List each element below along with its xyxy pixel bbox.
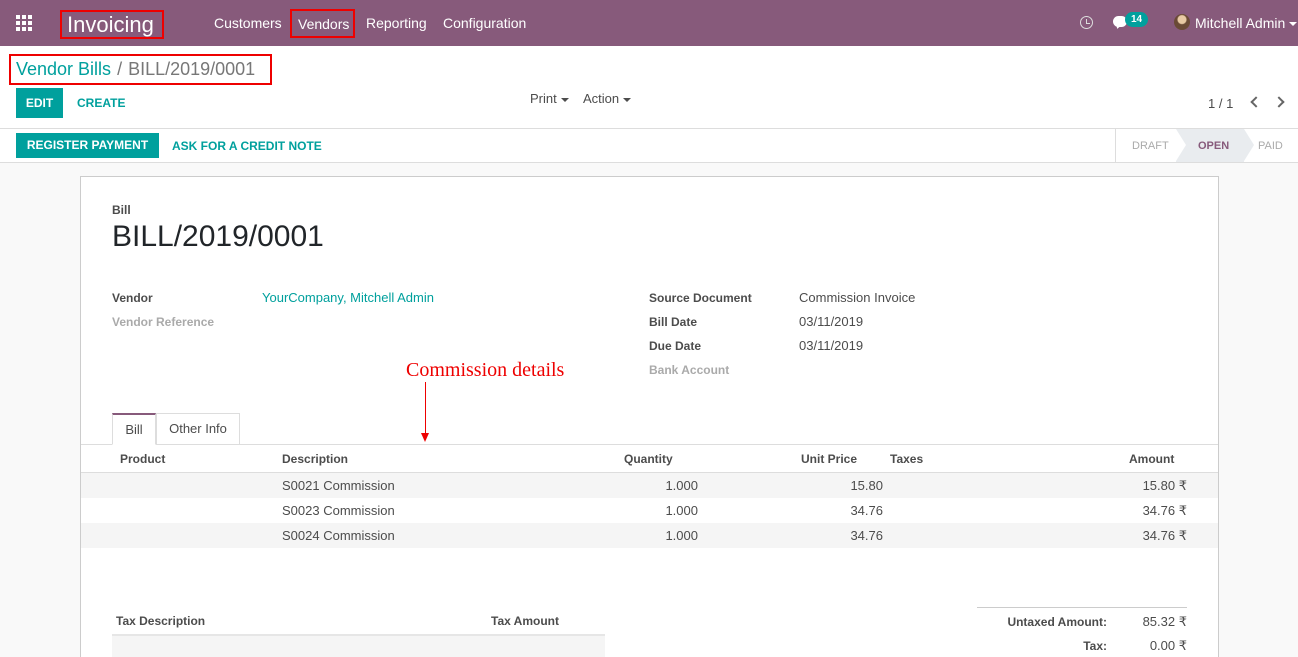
tax-label: Tax: — [1083, 639, 1107, 653]
state-open: OPEN — [1198, 140, 1230, 152]
cell-unit-price: 15.80 — [850, 478, 883, 493]
create-button[interactable]: CREATE — [77, 96, 125, 110]
bill-date-label: Bill Date — [649, 315, 698, 329]
pager-value[interactable]: 1 / 1 — [1208, 96, 1233, 111]
menu-reporting[interactable]: Reporting — [366, 15, 427, 31]
cell-unit-price: 34.76 — [850, 503, 883, 518]
state-paid: PAID — [1258, 140, 1283, 152]
vendor-reference-label: Vendor Reference — [112, 315, 215, 329]
cell-description: S0021 Commission — [282, 478, 395, 493]
document-type-label: Bill — [112, 203, 131, 217]
source-document-label: Source Document — [649, 291, 752, 305]
cell-unit-price: 34.76 — [850, 528, 883, 543]
page-title: BILL/2019/0001 — [112, 220, 324, 253]
state-pipeline: DRAFT OPEN PAID — [1115, 129, 1298, 162]
state-arrow — [1244, 129, 1254, 161]
cell-description: S0024 Commission — [282, 528, 395, 543]
action-label: Action — [583, 91, 620, 106]
cell-description: S0023 Commission — [282, 503, 395, 518]
previous-record-icon[interactable] — [1250, 96, 1262, 108]
messages-count-badge: 14 — [1125, 12, 1148, 27]
totals-divider — [977, 607, 1187, 608]
untaxed-amount-value: 85.32 ₹ — [1142, 614, 1187, 629]
user-menu[interactable]: Mitchell Admin — [1195, 15, 1298, 31]
state-draft: DRAFT — [1132, 140, 1169, 152]
tab-other-info[interactable]: Other Info — [156, 413, 240, 445]
tax-description-header: Tax Description — [116, 614, 206, 628]
caret-down-icon — [623, 97, 632, 102]
next-record-icon[interactable] — [1273, 96, 1285, 108]
menu-configuration[interactable]: Configuration — [443, 15, 526, 31]
print-dropdown[interactable]: Print — [530, 91, 569, 106]
tabs-divider — [81, 444, 1218, 445]
top-navbar: Invoicing Customers Vendors Reporting Co… — [0, 0, 1298, 46]
tax-table-row — [112, 636, 605, 657]
vendor-label: Vendor — [112, 291, 153, 305]
source-document-value: Commission Invoice — [799, 290, 916, 305]
breadcrumb-vendor-bills[interactable]: Vendor Bills — [16, 59, 111, 79]
tax-value: 0.00 ₹ — [1149, 638, 1187, 653]
annotation-label: Commission details — [406, 359, 565, 381]
column-header-amount[interactable]: Amount — [1129, 452, 1174, 466]
user-name: Mitchell Admin — [1195, 15, 1286, 31]
column-header-unit-price[interactable]: Unit Price — [801, 452, 857, 466]
apps-grid-icon[interactable] — [16, 15, 34, 31]
register-payment-button[interactable]: REGISTER PAYMENT — [16, 133, 159, 158]
column-header-quantity[interactable]: Quantity — [624, 452, 673, 466]
vendor-link[interactable]: YourCompany, Mitchell Admin — [262, 290, 434, 305]
menu-vendors[interactable]: Vendors — [290, 9, 355, 38]
print-label: Print — [530, 91, 557, 106]
credit-note-button[interactable]: ASK FOR A CREDIT NOTE — [172, 139, 322, 153]
state-arrow — [1176, 129, 1186, 161]
table-row[interactable]: S0024 Commission 1.000 34.76 34.76 ₹ — [81, 523, 1218, 548]
app-title[interactable]: Invoicing — [60, 10, 164, 39]
cell-amount: 34.76 ₹ — [1142, 528, 1187, 543]
cell-quantity: 1.000 — [665, 503, 698, 518]
cell-amount: 34.76 ₹ — [1142, 503, 1187, 518]
caret-down-icon — [1289, 22, 1298, 27]
avatar[interactable] — [1174, 14, 1190, 30]
bill-date-value: 03/11/2019 — [799, 314, 864, 329]
menu-customers[interactable]: Customers — [214, 15, 282, 31]
breadcrumb-current: BILL/2019/0001 — [128, 59, 256, 79]
table-row[interactable]: S0023 Commission 1.000 34.76 34.76 ₹ — [81, 498, 1218, 523]
caret-down-icon — [560, 97, 569, 102]
column-header-taxes[interactable]: Taxes — [890, 452, 923, 466]
breadcrumb-separator: / — [117, 59, 123, 79]
annotation-arrow-line — [425, 382, 426, 435]
form-sheet: Bill BILL/2019/0001 Vendor YourCompany, … — [80, 176, 1219, 657]
cell-amount: 15.80 ₹ — [1142, 478, 1187, 493]
status-bar: REGISTER PAYMENT ASK FOR A CREDIT NOTE D… — [0, 129, 1298, 163]
due-date-value: 03/11/2019 — [799, 338, 864, 353]
action-dropdown[interactable]: Action — [583, 91, 632, 106]
cell-quantity: 1.000 — [665, 478, 698, 493]
tab-bill[interactable]: Bill — [112, 413, 156, 445]
table-row[interactable]: S0021 Commission 1.000 15.80 15.80 ₹ — [81, 473, 1218, 498]
tax-amount-header: Tax Amount — [491, 614, 559, 628]
annotation-arrow-head — [421, 433, 429, 442]
column-header-description[interactable]: Description — [282, 452, 348, 466]
due-date-label: Due Date — [649, 339, 702, 353]
untaxed-amount-label: Untaxed Amount: — [1007, 615, 1107, 629]
control-panel: Vendor Bills / BILL/2019/0001 EDIT CREATE … — [0, 46, 1298, 129]
column-header-product[interactable]: Product — [120, 452, 165, 466]
cell-quantity: 1.000 — [665, 528, 698, 543]
edit-button[interactable]: EDIT — [16, 88, 63, 118]
bank-account-label: Bank Account — [649, 363, 730, 377]
breadcrumb: Vendor Bills / BILL/2019/0001 — [9, 54, 272, 85]
activity-clock-icon[interactable] — [1080, 16, 1093, 29]
